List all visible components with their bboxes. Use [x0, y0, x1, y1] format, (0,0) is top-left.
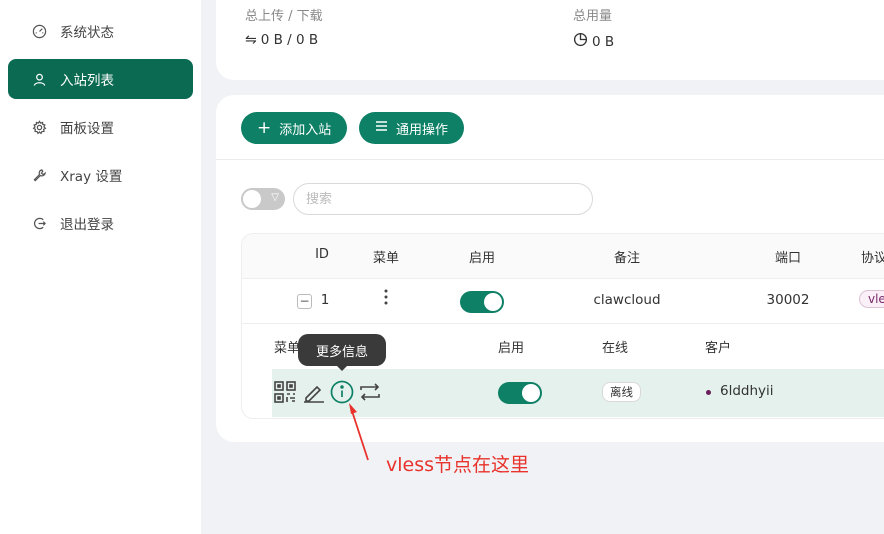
sidebar: 系统状态 入站列表 面板设置 Xray 设置 退出登录: [0, 0, 201, 534]
sidebar-item-label: Xray 设置: [60, 169, 123, 185]
more-info-tooltip: 更多信息: [298, 334, 386, 366]
client-name: 6lddhyii: [720, 383, 774, 399]
dashboard-icon: [31, 23, 47, 39]
header-enable: 启用: [468, 251, 496, 266]
header-menu: 菜单: [372, 251, 400, 266]
wrench-icon: [31, 167, 47, 183]
logout-icon: [31, 215, 47, 231]
offline-badge: 离线: [602, 382, 641, 402]
sidebar-item-system-status[interactable]: 系统状态: [8, 11, 193, 51]
table-row: − 1 clawcloud 30002 vle: [242, 279, 884, 324]
upload-download-value: ⇋ 0 B / 0 B: [245, 32, 318, 48]
inbound-enable-switch[interactable]: [460, 291, 504, 313]
plus-icon: +: [257, 117, 272, 138]
more-menu-icon[interactable]: [384, 289, 388, 305]
add-inbound-button[interactable]: + 添加入站: [241, 112, 348, 144]
search-input[interactable]: [293, 183, 593, 215]
header-protocol: 协议: [860, 251, 884, 266]
sidebar-item-label: 面板设置: [60, 121, 114, 137]
table-header: ID 菜单 启用 备注 端口 协议: [242, 234, 884, 279]
sidebar-item-label: 系统状态: [60, 25, 114, 41]
filter-icon: ▽: [271, 192, 279, 203]
cell-remark: clawcloud: [593, 292, 661, 308]
sidebar-item-panel-settings[interactable]: 面板设置: [8, 107, 193, 147]
client-enable-switch[interactable]: [498, 382, 542, 404]
sidebar-item-logout[interactable]: 退出登录: [8, 203, 193, 243]
cell-id: 1: [320, 292, 330, 308]
annotation-arrow: [349, 403, 369, 461]
gear-icon: [31, 119, 47, 135]
general-actions-button[interactable]: 通用操作: [359, 112, 465, 144]
usage-value: 0 B: [573, 32, 614, 51]
usage-label: 总用量: [573, 9, 613, 24]
switch-knob: [522, 384, 540, 402]
user-icon: [31, 71, 47, 87]
menu-icon: [375, 120, 388, 136]
client-header-client: 客户: [704, 341, 732, 356]
switch-knob: [484, 293, 502, 311]
inbounds-table: ID 菜单 启用 备注 端口 协议 − 1 clawcloud 30002 vl…: [241, 233, 884, 419]
annotation-text: vless节点在这里: [386, 454, 530, 476]
sidebar-item-label: 入站列表: [60, 73, 114, 89]
header-id: ID: [315, 247, 329, 262]
usage-text: 0 B: [592, 33, 615, 50]
client-header-menu: 菜单: [273, 341, 301, 356]
sidebar-item-inbounds[interactable]: 入站列表: [8, 59, 193, 99]
header-port: 端口: [774, 251, 802, 266]
filter-toggle[interactable]: ▽: [241, 188, 285, 210]
add-inbound-label: 添加入站: [279, 122, 332, 138]
pie-chart-icon: [573, 32, 588, 51]
swap-icon: ⇋: [245, 32, 257, 48]
edit-icon[interactable]: [302, 380, 326, 404]
client-header-enable: 启用: [497, 341, 525, 356]
sidebar-item-label: 退出登录: [60, 217, 114, 233]
sidebar-item-xray-settings[interactable]: Xray 设置: [8, 155, 193, 195]
general-actions-label: 通用操作: [396, 122, 449, 138]
header-remark: 备注: [613, 251, 641, 266]
divider: [216, 159, 884, 160]
upload-download-label: 总上传 / 下载: [245, 9, 323, 24]
cell-port: 30002: [766, 292, 810, 308]
client-header-online: 在线: [601, 341, 629, 356]
stats-card: 总上传 / 下载 ⇋ 0 B / 0 B 总用量 0 B: [216, 0, 884, 80]
tooltip-arrow: [336, 365, 348, 371]
inbounds-card: + 添加入站 通用操作 ▽ ID 菜单 启用 备注 端口 协议 − 1: [216, 95, 884, 442]
client-status-dot: [706, 390, 711, 395]
upload-download-text: 0 B / 0 B: [260, 32, 319, 48]
qrcode-icon[interactable]: [273, 380, 297, 404]
collapse-row-button[interactable]: −: [297, 294, 312, 309]
toggle-knob: [243, 190, 261, 208]
protocol-tag: vle: [859, 290, 884, 308]
